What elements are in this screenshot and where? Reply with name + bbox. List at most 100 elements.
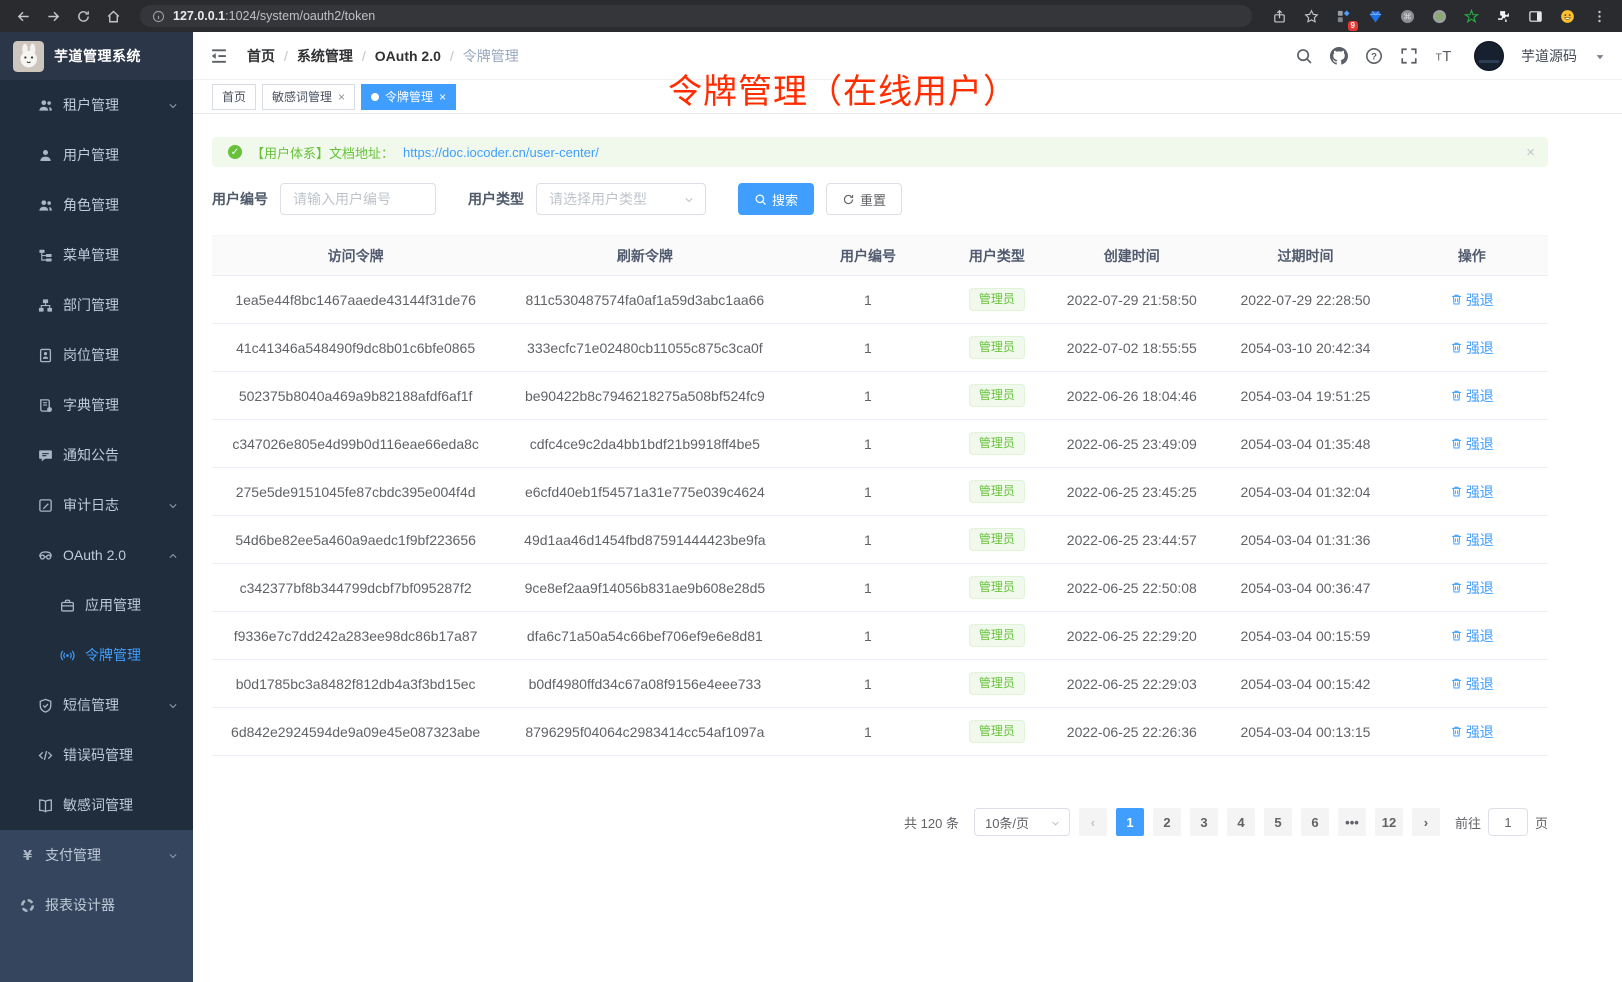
sidebar-item-oauth2[interactable]: OAuth 2.0 (0, 530, 193, 580)
star-icon[interactable] (1298, 3, 1324, 29)
caret-down-icon[interactable] (1594, 50, 1606, 62)
sidebar-item-audit-log[interactable]: 审计日志 (0, 480, 193, 530)
expire-time-cell: 2054-03-04 00:15:42 (1215, 660, 1395, 708)
app-logo[interactable]: 芋道管理系统 (0, 32, 193, 80)
sidebar-item-app-management[interactable]: 应用管理 (0, 580, 193, 630)
tab-close-icon[interactable]: × (338, 91, 345, 103)
sidebar-fold-icon[interactable] (209, 46, 229, 66)
side-panel-icon[interactable] (1522, 3, 1548, 29)
user-id-cell: 1 (790, 276, 945, 324)
page-button-4[interactable]: 4 (1227, 808, 1255, 836)
page-button-5[interactable]: 5 (1264, 808, 1292, 836)
breadcrumb-item[interactable]: OAuth 2.0 (375, 48, 441, 64)
tab-敏感词管理[interactable]: 敏感词管理× (262, 84, 355, 110)
page-size-select[interactable]: 10条/页 (974, 808, 1070, 836)
sidebar-item-tenant-management[interactable]: 租户管理 (0, 80, 193, 130)
force-logout-button[interactable]: 强退 (1450, 482, 1494, 502)
page-button-3[interactable]: 3 (1190, 808, 1218, 836)
avatar[interactable] (1474, 41, 1504, 71)
forward-icon[interactable] (40, 3, 66, 29)
force-logout-button[interactable]: 强退 (1450, 290, 1494, 310)
expire-time-cell: 2054-03-04 00:15:59 (1215, 612, 1395, 660)
puzzle-icon[interactable] (1490, 3, 1516, 29)
user-name[interactable]: 芋道源码 (1521, 46, 1577, 66)
tab-令牌管理[interactable]: 令牌管理× (361, 84, 456, 110)
sidebar-item-notice-announcement[interactable]: 通知公告 (0, 430, 193, 480)
force-logout-button[interactable]: 强退 (1450, 386, 1494, 406)
alert-close-icon[interactable]: × (1526, 144, 1535, 161)
back-icon[interactable] (10, 3, 36, 29)
force-logout-button[interactable]: 强退 (1450, 530, 1494, 550)
sidebar-item-token-management[interactable]: 令牌管理 (0, 630, 193, 680)
breadcrumb-item[interactable]: 首页 (247, 46, 275, 66)
reset-button[interactable]: 重置 (826, 183, 902, 215)
gem-icon[interactable] (1362, 3, 1388, 29)
command-icon[interactable]: ⌘ (1394, 3, 1420, 29)
page-button-12[interactable]: 12 (1375, 808, 1403, 836)
goto-page-input[interactable] (1488, 808, 1528, 836)
sidebar-item-sms-management[interactable]: 短信管理 (0, 680, 193, 730)
overflow-menu-icon[interactable] (1586, 3, 1612, 29)
force-logout-button[interactable]: 强退 (1450, 626, 1494, 646)
help-icon[interactable]: ? (1365, 47, 1383, 65)
extensions-icon[interactable]: 9 (1330, 3, 1356, 29)
page-more-button[interactable]: ••• (1338, 808, 1366, 836)
access-token-cell: 275e5de9151045fe87cbdc395e004f4d (212, 468, 499, 516)
trash-icon (1450, 293, 1463, 306)
sidebar-item-label: 角色管理 (63, 195, 119, 215)
share-icon[interactable] (1266, 3, 1292, 29)
user-type-select[interactable]: 请选择用户类型 (536, 183, 706, 215)
sidebar-item-sensitive-word-management[interactable]: 敏感词管理 (0, 780, 193, 830)
sidebar-item-dept-management[interactable]: 部门管理 (0, 280, 193, 330)
font-size-icon[interactable]: TT (1435, 47, 1453, 65)
url-path: :1024/system/oauth2/token (225, 9, 375, 23)
force-logout-button[interactable]: 强退 (1450, 674, 1494, 694)
user-type-cell: 管理员 (945, 516, 1048, 564)
force-logout-button[interactable]: 强退 (1450, 578, 1494, 598)
sidebar-item-error-code-management[interactable]: 错误码管理 (0, 730, 193, 780)
sidebar-item-payment-management[interactable]: ¥支付管理 (0, 830, 193, 880)
sidebar-item-user-management[interactable]: 用户管理 (0, 130, 193, 180)
page-button-1[interactable]: 1 (1116, 808, 1144, 836)
column-header: 用户编号 (790, 236, 945, 276)
sidebar-item-menu-management[interactable]: 菜单管理 (0, 230, 193, 280)
page-button-6[interactable]: 6 (1301, 808, 1329, 836)
sidebar-item-post-management[interactable]: 岗位管理 (0, 330, 193, 380)
sidebar-item-role-management[interactable]: 角色管理 (0, 180, 193, 230)
user-id-cell: 1 (790, 372, 945, 420)
tokens-table: 访问令牌刷新令牌用户编号用户类型创建时间过期时间操作 1ea5e44f8bc14… (212, 235, 1548, 756)
emoji-icon[interactable] (1554, 3, 1580, 29)
address-bar[interactable]: 127.0.0.1:1024/system/oauth2/token (140, 5, 1252, 27)
record-icon[interactable] (1426, 3, 1452, 29)
github-icon[interactable] (1330, 47, 1348, 65)
access-token-cell: f9336e7c7dd242a283ee98dc86b17a87 (212, 612, 499, 660)
sidebar-item-label: 短信管理 (63, 695, 119, 715)
tab-close-icon[interactable]: × (439, 91, 446, 103)
force-logout-button[interactable]: 强退 (1450, 722, 1494, 742)
force-logout-button[interactable]: 强退 (1450, 434, 1494, 454)
search-button[interactable]: 搜索 (738, 183, 814, 215)
sidebar-item-report-designer[interactable]: 报表设计器 (0, 880, 193, 930)
reload-icon[interactable] (70, 3, 96, 29)
search-icon[interactable] (1295, 47, 1313, 65)
filter-form: 用户编号 用户类型 请选择用户类型 搜索 重置 (212, 183, 1548, 215)
refresh-token-cell: cdfc4ce9c2da4bb1bdf21b9918ff4be5 (499, 420, 790, 468)
prev-page-button[interactable]: ‹ (1079, 808, 1107, 836)
green-star-icon[interactable] (1458, 3, 1484, 29)
fullscreen-icon[interactable] (1400, 47, 1418, 65)
trash-icon (1450, 725, 1463, 738)
user-type-badge: 管理员 (969, 720, 1025, 743)
force-logout-button[interactable]: 强退 (1450, 338, 1494, 358)
sidebar-item-dict-management[interactable]: 字典管理 (0, 380, 193, 430)
home-icon[interactable] (100, 3, 126, 29)
token-icon (60, 648, 75, 663)
page-button-2[interactable]: 2 (1153, 808, 1181, 836)
access-token-cell: 6d842e2924594de9a09e45e087323abe (212, 708, 499, 756)
info-icon[interactable] (152, 10, 165, 23)
active-tab-dot (371, 93, 379, 101)
next-page-button[interactable]: › (1412, 808, 1440, 836)
breadcrumb-item[interactable]: 系统管理 (297, 46, 353, 66)
doc-link[interactable]: https://doc.iocoder.cn/user-center/ (403, 145, 599, 160)
user-id-input[interactable] (280, 183, 436, 215)
tab-首页[interactable]: 首页 (212, 84, 256, 110)
